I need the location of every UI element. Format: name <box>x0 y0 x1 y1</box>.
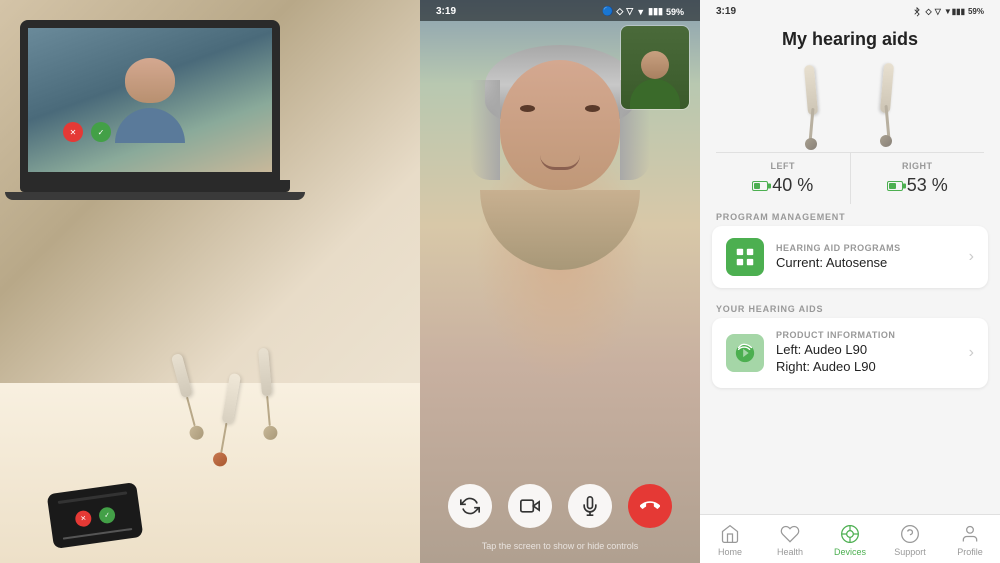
hearing-aids-image <box>700 50 1000 148</box>
product-value: Left: Audeo L90 Right: Audeo L90 <box>776 342 957 376</box>
nav-health[interactable]: Health <box>760 521 820 559</box>
app-content: My hearing aids LEFT <box>700 21 1000 514</box>
laptop: ✕ ✓ <box>20 20 300 220</box>
main-caller-head <box>500 60 620 190</box>
battery-right-label: RIGHT <box>855 161 981 171</box>
nav-support[interactable]: Support <box>880 521 940 559</box>
health-icon <box>779 523 801 545</box>
your-hearing-aids-card: PRODUCT INFORMATION Left: Audeo L90 Righ… <box>712 318 988 388</box>
right-panel-app: 3:19 ◇ ▽ ▼▮▮▮ 59% My hearing aids <box>700 0 1000 563</box>
end-call-button[interactable] <box>628 484 672 528</box>
programs-value: Current: Autosense <box>776 255 957 272</box>
main-caller-hair <box>485 45 635 125</box>
laptop-end-call-icon: ✕ <box>63 122 83 142</box>
hearing-aid-left-image <box>776 60 846 140</box>
laptop-bottom <box>5 192 305 200</box>
battery-left: LEFT 40 % <box>716 153 851 204</box>
battery-section: LEFT 40 % RIGHT 53 % <box>716 152 984 204</box>
health-label: Health <box>777 547 803 557</box>
programs-label: HEARING AID PROGRAMS <box>776 243 957 253</box>
main-caller-body <box>480 190 640 270</box>
bottom-navigation: Home Health Devices <box>700 514 1000 563</box>
battery-right: RIGHT 53 % <box>851 153 985 204</box>
devices-icon <box>839 523 861 545</box>
middle-panel-video-call: 3:19 🔵 ◇ ▽ ▼ ▮▮▮ 59% <box>420 0 700 563</box>
laptop-answer-icon: ✓ <box>91 122 111 142</box>
phone-answer-icon: ✓ <box>98 506 116 524</box>
bluetooth-icon <box>911 7 923 17</box>
programs-text: HEARING AID PROGRAMS Current: Autosense <box>776 243 957 272</box>
devices-label: Devices <box>834 547 866 557</box>
flip-camera-button[interactable] <box>448 484 492 528</box>
hearing-aid-right-photo <box>256 348 278 441</box>
page-title: My hearing aids <box>716 29 984 50</box>
battery-right-value: 53 % <box>855 175 981 196</box>
video-toggle-button[interactable] <box>508 484 552 528</box>
middle-status-icons: 🔵 ◇ ▽ ▼ ▮▮▮ 59% <box>602 6 684 17</box>
nav-profile[interactable]: Profile <box>940 521 1000 559</box>
right-status-bar: 3:19 ◇ ▽ ▼▮▮▮ 59% <box>700 0 1000 21</box>
support-label: Support <box>894 547 926 557</box>
video-controls <box>420 484 700 528</box>
programs-icon <box>726 238 764 276</box>
profile-label: Profile <box>957 547 983 557</box>
battery-right-icon <box>887 181 903 191</box>
product-information-item[interactable]: PRODUCT INFORMATION Left: Audeo L90 Righ… <box>712 318 988 388</box>
laptop-caller-head <box>125 58 175 103</box>
hearing-aid-programs-item[interactable]: HEARING AID PROGRAMS Current: Autosense … <box>712 226 988 288</box>
pip-background <box>621 26 689 109</box>
battery-left-label: LEFT <box>720 161 846 171</box>
program-management-header: PROGRAM MANAGEMENT <box>700 204 1000 226</box>
pip-caller <box>620 25 690 110</box>
your-hearing-aids-header: YOUR HEARING AIDS <box>700 296 1000 318</box>
hair-side-left <box>470 80 500 180</box>
right-status-icons: ◇ ▽ ▼▮▮▮ 59% <box>911 7 984 17</box>
page-title-section: My hearing aids <box>700 21 1000 50</box>
middle-status-bar: 3:19 🔵 ◇ ▽ ▼ ▮▮▮ 59% <box>420 0 700 21</box>
hearing-aids-photo <box>160 343 340 463</box>
video-background: Tap the screen to show or hide controls <box>420 0 700 563</box>
battery-right-percent: 53 % <box>907 175 948 196</box>
mic-toggle-button[interactable] <box>568 484 612 528</box>
battery-left-value: 40 % <box>720 175 846 196</box>
pip-person-body <box>630 79 680 109</box>
home-label: Home <box>718 547 742 557</box>
nav-home[interactable]: Home <box>700 521 760 559</box>
home-icon <box>719 523 741 545</box>
laptop-caller-body <box>115 108 185 143</box>
laptop-base <box>20 180 290 192</box>
phone-end-call-icon: ✕ <box>74 510 92 528</box>
support-icon <box>899 523 921 545</box>
hearing-aid-center-photo <box>212 372 242 467</box>
hearing-aid-left-photo <box>169 353 205 442</box>
battery-left-percent: 40 % <box>772 175 813 196</box>
nav-devices[interactable]: Devices <box>820 521 880 559</box>
product-chevron: › <box>969 344 974 362</box>
program-management-card: HEARING AID PROGRAMS Current: Autosense … <box>712 226 988 288</box>
programs-chevron: › <box>969 248 974 266</box>
right-time: 3:19 <box>716 6 736 17</box>
product-label: PRODUCT INFORMATION <box>776 330 957 340</box>
middle-time: 3:19 <box>436 6 456 17</box>
profile-icon <box>959 523 981 545</box>
battery-left-icon <box>752 181 768 191</box>
pip-person-head <box>641 51 669 79</box>
video-hint: Tap the screen to show or hide controls <box>420 541 700 551</box>
left-panel: ✕ ✓ <box>0 0 420 563</box>
product-icon <box>726 334 764 372</box>
hearing-aid-right-image <box>854 60 924 140</box>
phone-call-buttons: ✕ ✓ <box>74 506 116 527</box>
laptop-call-controls: ✕ ✓ <box>63 122 111 142</box>
product-text: PRODUCT INFORMATION Left: Audeo L90 Righ… <box>776 330 957 376</box>
